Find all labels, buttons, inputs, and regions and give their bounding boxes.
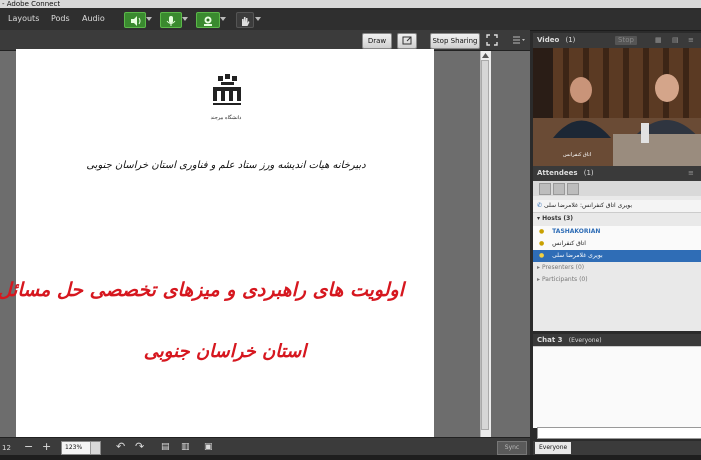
video-frame — [533, 48, 701, 166]
slide-title-line-2: استان خراسان جنوبی — [143, 341, 307, 362]
menu-layouts[interactable]: Layouts — [8, 8, 39, 30]
pod-menu-icon[interactable] — [512, 35, 526, 45]
list-view-icon[interactable] — [539, 183, 551, 195]
participants-label: Participants (0) — [541, 276, 588, 283]
host-row[interactable]: ● اتاق کنفرانس — [533, 238, 701, 250]
attendees-list: ✆ بویری اتاق کنفرانس: غلامرضا سلی ▾ Host… — [533, 196, 701, 331]
host-name: اتاق کنفرانس — [552, 240, 586, 247]
presenters-section[interactable]: ▸ Presenters (0) — [533, 262, 701, 274]
attendees-pod-title: Attendees — [537, 169, 578, 177]
window-title: - Adobe Connect — [0, 0, 701, 8]
phone-icon: ✆ — [537, 202, 543, 209]
notes-icon[interactable]: ▥ — [181, 440, 190, 454]
chevron-down-icon: ▾ — [537, 215, 541, 222]
host-user-icon: ● — [539, 240, 545, 247]
chevron-down-icon[interactable] — [255, 17, 261, 21]
menu-bar: Layouts Pods Audio — [0, 8, 701, 31]
slide-title-line-1: اولویت های راهبردی و میزهای تخصصی حل مسا… — [0, 279, 404, 301]
scroll-up-icon[interactable] — [482, 53, 489, 58]
pod-menu-icon[interactable]: ≡ — [688, 166, 694, 181]
chat-messages — [533, 346, 701, 428]
chat-footer: Everyone — [533, 441, 701, 455]
university-name: دانشگاه بیرجند — [210, 115, 242, 121]
full-screen-icon[interactable] — [486, 34, 498, 46]
document-icon[interactable]: ▤ — [161, 440, 170, 454]
university-logo-icon — [213, 74, 241, 105]
menu-pods[interactable]: Pods — [51, 8, 70, 30]
undo-icon[interactable]: ↶ — [116, 440, 125, 454]
redo-icon[interactable]: ↷ — [135, 440, 144, 454]
attendees-count: (1) — [583, 169, 594, 177]
manage-users-icon[interactable] — [567, 183, 579, 195]
host-user-icon: ● — [539, 228, 545, 235]
video-pod-title: Video — [537, 36, 560, 44]
microphone-button[interactable] — [160, 12, 182, 28]
chat-pod-title: Chat 3 — [537, 336, 563, 344]
webcam-icon — [204, 16, 212, 26]
zoom-out-icon[interactable]: − — [24, 440, 33, 454]
fullscreen-toggle-button[interactable] — [397, 33, 417, 49]
host-name: بویری غلامرضا سلی — [552, 252, 603, 259]
participants-section[interactable]: ▸ Participants (0) — [533, 274, 701, 286]
microphone-icon — [166, 16, 176, 26]
host-user-icon: ● — [539, 252, 545, 259]
chevron-down-icon[interactable] — [146, 17, 152, 21]
chat-target-tab[interactable]: Everyone — [535, 442, 572, 454]
share-pod-toolbar: Draw Stop Sharing — [0, 30, 530, 51]
chevron-down-icon[interactable] — [220, 17, 226, 21]
draw-button[interactable]: Draw — [362, 33, 392, 49]
attendee-row[interactable]: ✆ بویری اتاق کنفرانس: غلامرضا سلی — [533, 200, 701, 213]
sync-button[interactable]: Sync — [497, 441, 527, 455]
secretariat-text: دبیرخانه هیات اندیشه ورز ستاد علم و فناو… — [86, 160, 366, 171]
video-caption: اتاق کنفرانس — [563, 152, 592, 158]
host-row[interactable]: ● TASHAKORIAN — [533, 226, 701, 238]
presenter-view-icon[interactable]: ▣ — [204, 440, 213, 454]
chevron-down-icon[interactable] — [182, 17, 188, 21]
page-number: 12 — [2, 444, 11, 452]
presentation-slide: دانشگاه بیرجند دبیرخانه هیات اندیشه ورز … — [0, 49, 434, 437]
hosts-section[interactable]: ▾ Hosts (3) — [533, 213, 701, 225]
video-layout-icon[interactable]: ▤ — [672, 33, 679, 48]
chevron-down-icon[interactable] — [90, 442, 100, 454]
speaker-button[interactable] — [124, 12, 146, 28]
chat-scope: (Everyone) — [568, 337, 602, 344]
zoom-select[interactable]: 123% — [61, 441, 101, 455]
expand-icon — [402, 36, 412, 45]
chevron-right-icon: ▸ — [537, 276, 541, 283]
zoom-in-icon[interactable]: + — [42, 440, 51, 454]
zoom-value: 123% — [65, 444, 83, 451]
stop-video-button[interactable]: Stop — [615, 36, 637, 45]
webcam-video: اتاق کنفرانس — [533, 48, 701, 166]
slide-scrollbar-thumb[interactable] — [481, 60, 489, 430]
menu-audio[interactable]: Audio — [82, 8, 105, 30]
breakout-view-icon[interactable] — [553, 183, 565, 195]
chevron-right-icon: ▸ — [537, 264, 541, 271]
attendees-pod-header: Attendees (1) ≡ — [533, 166, 701, 181]
hosts-label: Hosts (3) — [542, 215, 574, 222]
hand-icon — [242, 17, 250, 26]
chat-pod-header: Chat 3 (Everyone) — [533, 334, 701, 346]
webcam-button[interactable] — [196, 12, 220, 28]
speaker-icon — [131, 16, 141, 26]
pod-menu-icon[interactable]: ≡ — [688, 33, 694, 48]
presenters-label: Presenters (0) — [541, 264, 585, 271]
video-pod-header: Video (1) Stop ▦ ▤ ≡ — [533, 33, 701, 48]
share-navigation-bar: 12 − + 123% ↶ ↷ ▤ ▥ ▣ Sync — [0, 437, 530, 456]
stop-sharing-button[interactable]: Stop Sharing — [430, 33, 480, 49]
attendees-view-toolbar — [533, 181, 701, 197]
chat-input[interactable] — [537, 427, 701, 439]
attendee-name: بویری اتاق کنفرانس: غلامرضا سلی — [543, 202, 633, 209]
status-bar — [0, 455, 701, 460]
raise-hand-button[interactable] — [236, 12, 254, 28]
host-row-selected[interactable]: ● بویری غلامرضا سلی — [533, 250, 701, 262]
video-count: (1) — [565, 36, 576, 44]
video-grid-icon[interactable]: ▦ — [655, 33, 662, 48]
host-name: TASHAKORIAN — [552, 228, 601, 235]
